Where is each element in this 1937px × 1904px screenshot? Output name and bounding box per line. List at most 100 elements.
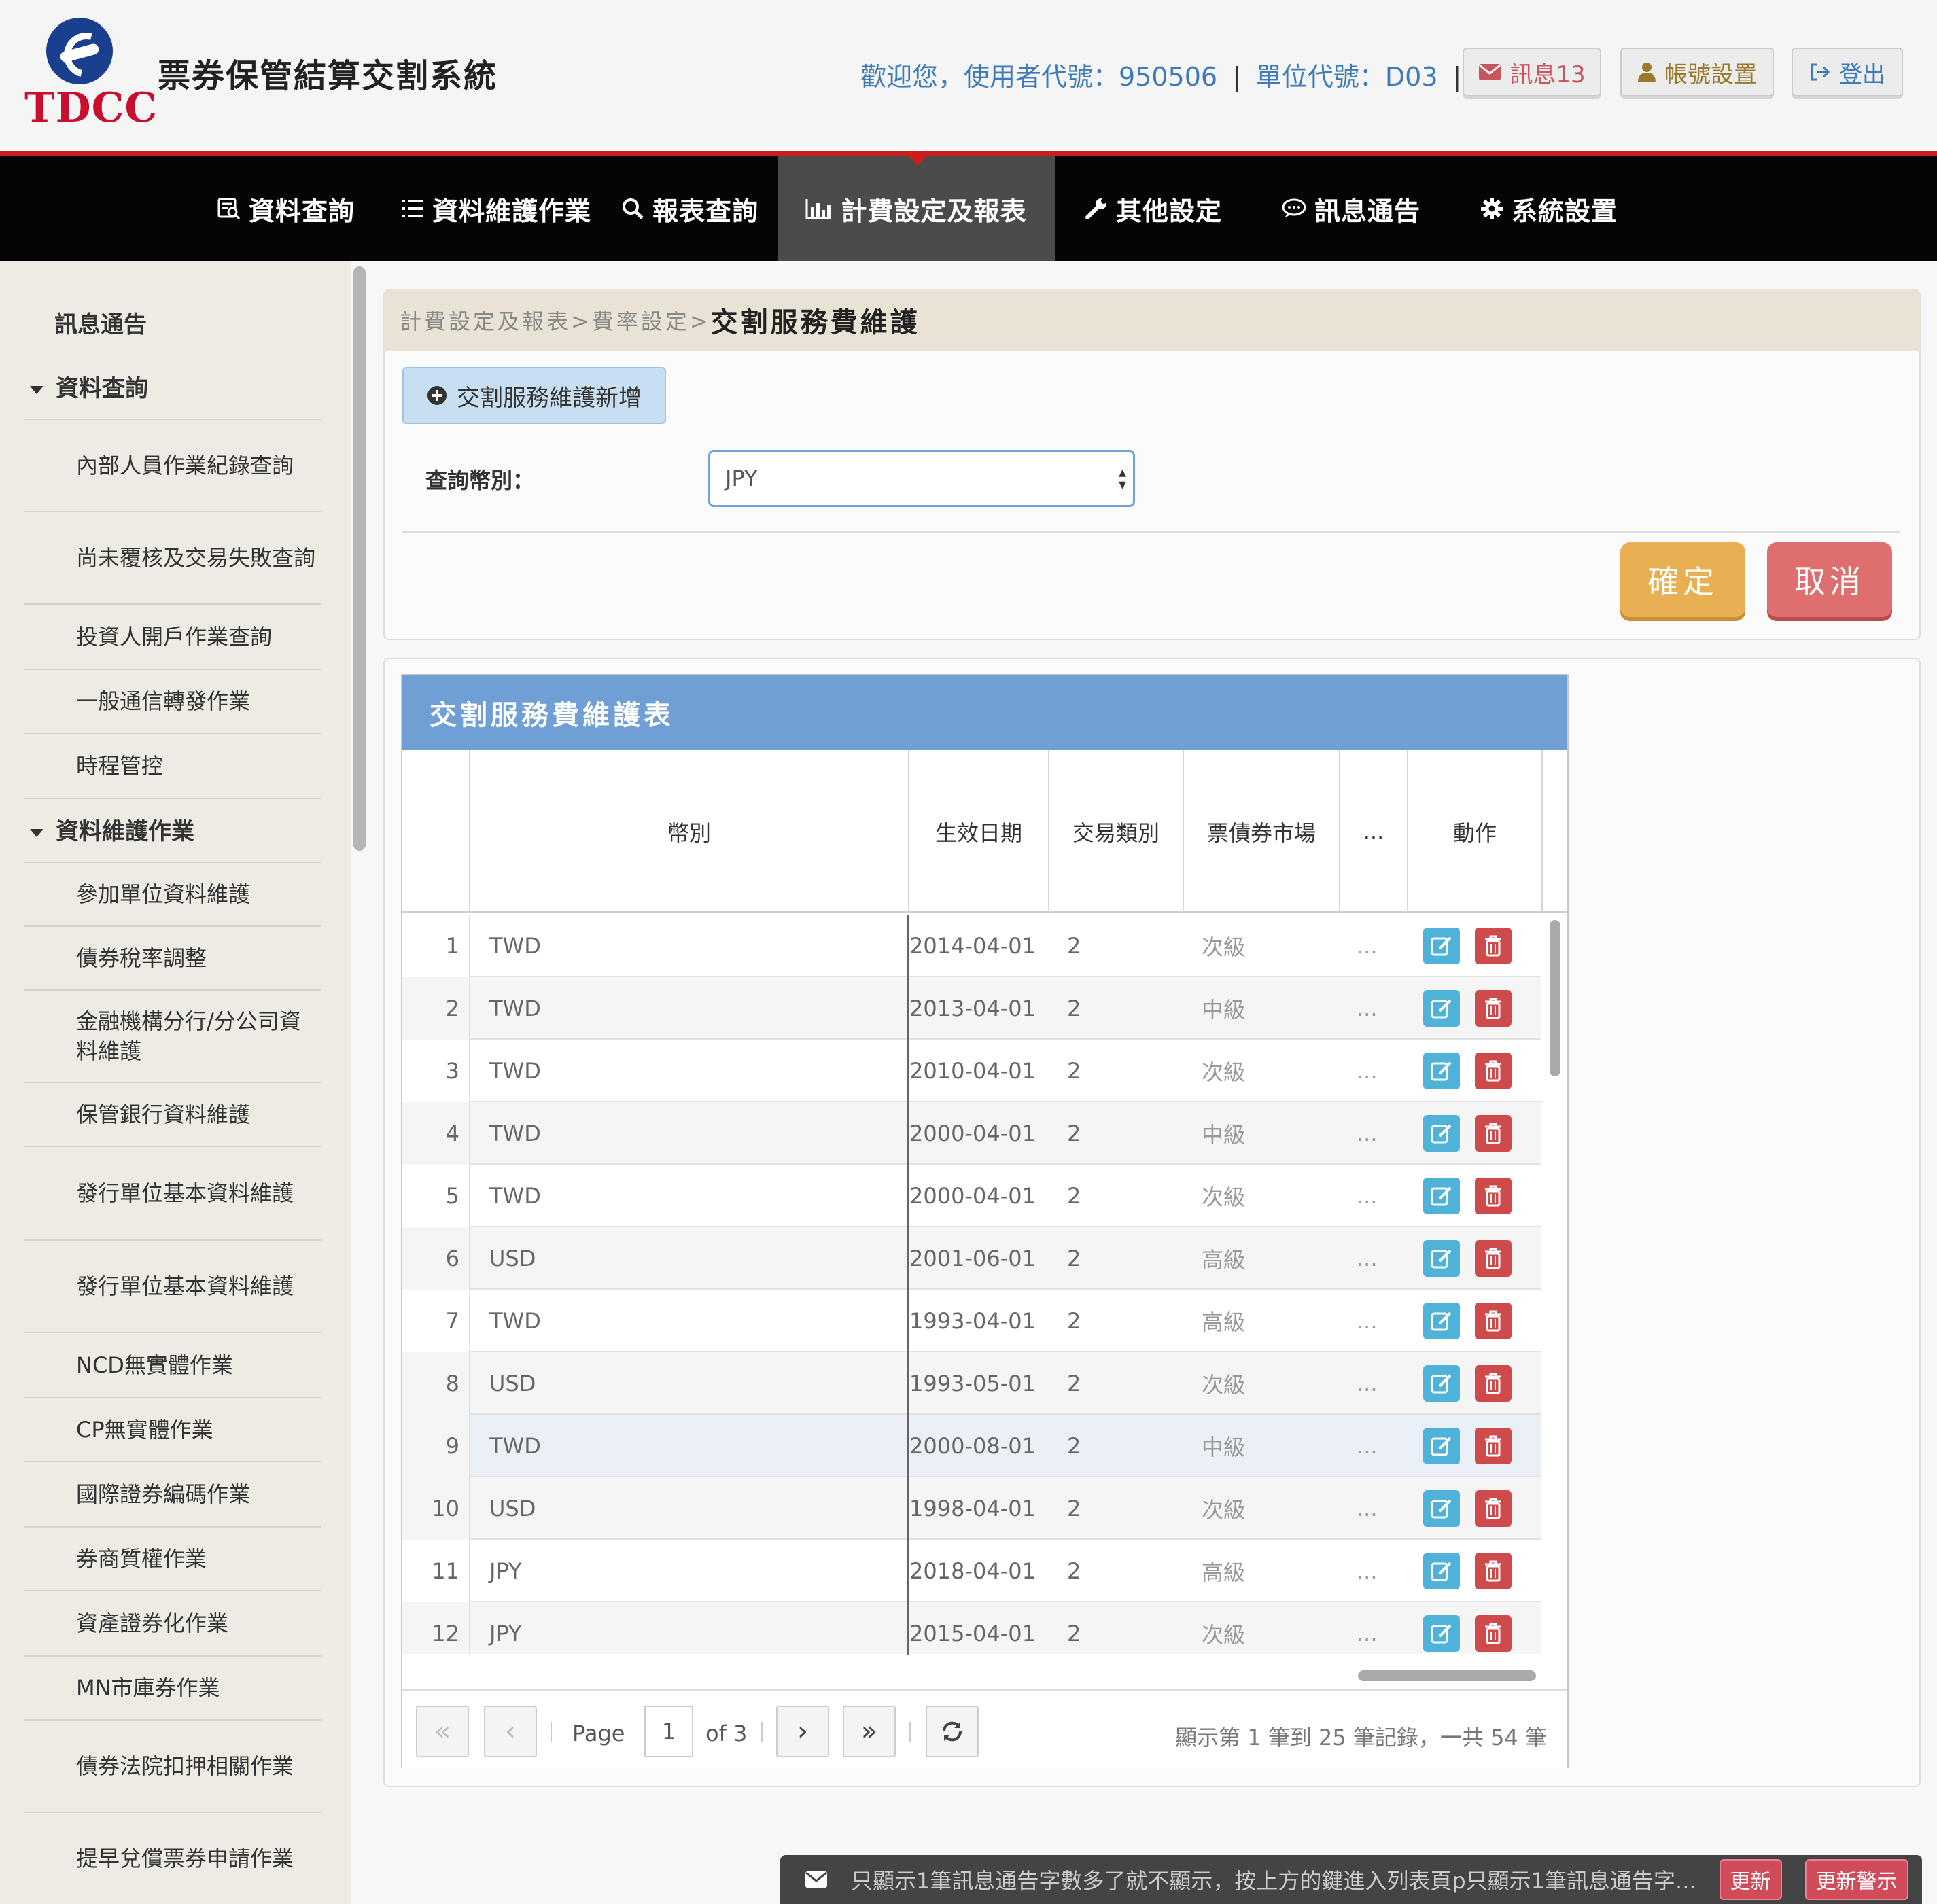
- table-row[interactable]: 6 USD 2001-06-01 2 高級...: [402, 1227, 1541, 1290]
- last-page-button[interactable]: »: [843, 1706, 896, 1757]
- edit-button[interactable]: [1423, 1490, 1460, 1527]
- grid-horizontal-scrollbar[interactable]: [1358, 1670, 1536, 1681]
- edit-button[interactable]: [1423, 1303, 1460, 1339]
- sidebar-item[interactable]: 債券稅率調整: [24, 927, 321, 991]
- sidebar-item[interactable]: 券商質權作業: [24, 1528, 321, 1591]
- sidebar-item[interactable]: 發行單位基本資料維護: [24, 1241, 321, 1333]
- cell-actions: [1423, 1540, 1512, 1602]
- edit-button[interactable]: [1423, 928, 1460, 964]
- column-header-market[interactable]: 票債券市場: [1184, 750, 1340, 913]
- sidebar-item[interactable]: 債券法院扣押相關作業: [24, 1721, 321, 1813]
- delete-button[interactable]: [1475, 1490, 1512, 1527]
- table-row[interactable]: 1 TWD 2014-04-01 2 次級...: [402, 915, 1541, 977]
- update-button[interactable]: 更新: [1719, 1859, 1782, 1900]
- logout-button[interactable]: 登出: [1792, 48, 1903, 96]
- nav-billing-settings[interactable]: 計費設定及報表: [778, 156, 1055, 261]
- delete-button[interactable]: [1475, 1115, 1512, 1152]
- column-resize-handle[interactable]: [907, 915, 909, 1655]
- edit-button[interactable]: [1423, 990, 1460, 1027]
- currency-select[interactable]: JPY ▴ ▾: [708, 450, 1135, 507]
- breadcrumb-path[interactable]: 計費設定及報表>費率設定>: [400, 304, 711, 336]
- column-header-type[interactable]: 交易類別: [1049, 750, 1184, 913]
- delete-button[interactable]: [1475, 1428, 1512, 1464]
- table-row[interactable]: 7 TWD 1993-04-01 2 高級...: [402, 1290, 1541, 1352]
- table-row[interactable]: 3 TWD 2010-04-01 2 次級...: [402, 1040, 1541, 1102]
- table-row[interactable]: 2 TWD 2013-04-01 2 中級...: [402, 977, 1541, 1040]
- nav-system-settings[interactable]: 系統設置: [1480, 156, 1618, 261]
- pager-separator: [761, 1722, 763, 1742]
- table-row[interactable]: 5 TWD 2000-04-01 2 次級...: [402, 1165, 1541, 1227]
- nav-data-query[interactable]: 資料查詢: [217, 156, 355, 261]
- edit-button[interactable]: [1423, 1115, 1460, 1152]
- ticker-text[interactable]: 只顯示1筆訊息通告字數多了就不顯示，按上方的鍵進入列表頁p只顯示1筆訊息通告字.…: [851, 1864, 1696, 1895]
- sidebar-group-data-query[interactable]: 資料查詢: [30, 370, 148, 403]
- page-input[interactable]: 1: [644, 1706, 693, 1757]
- edit-button[interactable]: [1423, 1615, 1460, 1652]
- sidebar-item[interactable]: CP無實體作業: [24, 1398, 321, 1462]
- nav-other-settings[interactable]: 其他設定: [1085, 156, 1222, 261]
- add-service-button[interactable]: 交割服務維護新增: [402, 367, 666, 424]
- sidebar-scrollbar[interactable]: [353, 266, 366, 851]
- sidebar-item[interactable]: 尚未覆核及交易失敗查詢: [24, 512, 321, 605]
- sidebar-item[interactable]: 投資人開戶作業查詢: [24, 605, 321, 670]
- column-header-more[interactable]: ...: [1340, 750, 1408, 913]
- sidebar-item[interactable]: 發行單位基本資料維護: [24, 1147, 321, 1241]
- sidebar-item[interactable]: 國際證券編碼作業: [24, 1462, 321, 1528]
- trash-icon: [1485, 1248, 1501, 1269]
- sidebar-item[interactable]: 參加單位資料維護: [24, 862, 321, 927]
- grid-body: 1 TWD 2014-04-01 2 次級... 2 TWD 2013-04-01 2 中級...…: [402, 915, 1541, 1654]
- table-row[interactable]: 12 JPY 2015-04-01 2 次級...: [402, 1602, 1541, 1654]
- sidebar-item-announcements[interactable]: 訊息通告: [54, 306, 147, 339]
- column-header-currency[interactable]: 幣別: [470, 750, 909, 913]
- delete-button[interactable]: [1475, 1615, 1512, 1652]
- sidebar-item[interactable]: MN市庫券作業: [24, 1657, 321, 1721]
- sidebar-item[interactable]: 保管銀行資料維護: [24, 1083, 321, 1147]
- delete-button[interactable]: [1475, 1178, 1512, 1214]
- cancel-button[interactable]: 取消: [1767, 542, 1892, 617]
- edit-button[interactable]: [1423, 1553, 1460, 1589]
- sidebar-item[interactable]: 提早兌償票券申請作業: [24, 1813, 321, 1904]
- sidebar-group-data-maintenance[interactable]: 資料維護作業: [30, 813, 194, 846]
- edit-button[interactable]: [1423, 1365, 1460, 1402]
- tdcc-logo[interactable]: TDCC: [22, 14, 157, 132]
- grid-vertical-scrollbar[interactable]: [1550, 920, 1560, 1076]
- edit-button[interactable]: [1423, 1240, 1460, 1277]
- nav-report-query[interactable]: 報表查詢: [621, 156, 758, 261]
- delete-button[interactable]: [1475, 1240, 1512, 1277]
- table-row[interactable]: 8 USD 1993-05-01 2 次級...: [402, 1352, 1541, 1415]
- refresh-button[interactable]: [926, 1706, 979, 1757]
- account-settings-button[interactable]: 帳號設置: [1620, 48, 1774, 96]
- messages-button[interactable]: 訊息13: [1463, 48, 1601, 96]
- first-page-button[interactable]: «: [416, 1706, 469, 1757]
- prev-page-button[interactable]: ‹: [484, 1706, 537, 1757]
- sidebar-item[interactable]: 資產證券化作業: [24, 1591, 321, 1657]
- table-row[interactable]: 9 TWD 2000-08-01 2 中級...: [402, 1415, 1541, 1477]
- sidebar-item[interactable]: 金融機構分行/分公司資料維護: [24, 991, 321, 1083]
- edit-button[interactable]: [1423, 1053, 1460, 1089]
- edit-button[interactable]: [1423, 1428, 1460, 1464]
- sidebar-item[interactable]: 一般通信轉發作業: [24, 670, 321, 734]
- delete-button[interactable]: [1475, 1303, 1512, 1339]
- update-alert-button[interactable]: 更新警示: [1804, 1859, 1908, 1900]
- sidebar-item[interactable]: 時程管控: [24, 734, 321, 799]
- table-row[interactable]: 11 JPY 2018-04-01 2 高級...: [402, 1540, 1541, 1602]
- confirm-button[interactable]: 確定: [1620, 542, 1745, 617]
- edit-button[interactable]: [1423, 1178, 1460, 1214]
- delete-button[interactable]: [1475, 990, 1512, 1027]
- cell-trade-type: 2: [1067, 1308, 1081, 1334]
- cell-more: ...: [1357, 1371, 1378, 1396]
- delete-button[interactable]: [1475, 928, 1512, 964]
- delete-button[interactable]: [1475, 1365, 1512, 1402]
- nav-data-maintenance[interactable]: 資料維護作業: [401, 156, 591, 261]
- cell-market: 次級: [1202, 1184, 1246, 1210]
- sidebar-item[interactable]: 內部人員作業紀錄查詢: [24, 419, 321, 512]
- sidebar-item[interactable]: NCD無實體作業: [24, 1333, 321, 1398]
- nav-announcements[interactable]: 訊息通告: [1282, 156, 1420, 261]
- next-page-button[interactable]: ›: [776, 1706, 829, 1757]
- delete-button[interactable]: [1475, 1053, 1512, 1089]
- table-row[interactable]: 4 TWD 2000-04-01 2 中級...: [402, 1102, 1541, 1165]
- table-row[interactable]: 10 USD 1998-04-01 2 次級...: [402, 1477, 1541, 1540]
- column-header-date[interactable]: 生效日期: [909, 750, 1049, 913]
- delete-button[interactable]: [1475, 1553, 1512, 1589]
- cell-more: ...: [1357, 1183, 1378, 1209]
